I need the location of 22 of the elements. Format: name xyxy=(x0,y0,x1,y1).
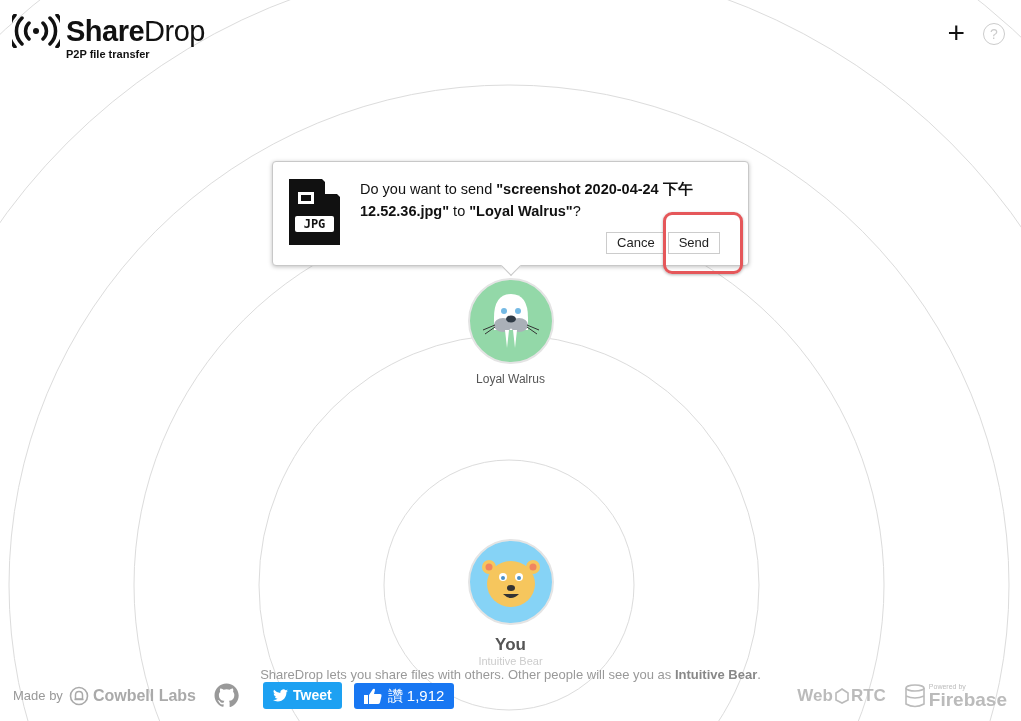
like-button[interactable]: 讚 1,912 xyxy=(353,682,455,710)
logo-text: ShareDrop xyxy=(66,14,205,48)
tagline: P2P file transfer xyxy=(66,48,151,60)
made-by-text: Made by xyxy=(13,687,63,706)
cowbell-labs-link[interactable]: Cowbell Labs xyxy=(92,683,196,708)
tweet-button[interactable]: Tweet xyxy=(263,682,342,710)
webrtc-logo: Web RTC xyxy=(797,685,886,708)
jpg-file-icon: JPG xyxy=(289,179,340,246)
signal-icon xyxy=(12,14,60,48)
you-label: You xyxy=(495,634,526,655)
cancel-button[interactable]: Cance xyxy=(606,232,666,255)
send-button[interactable]: Send xyxy=(667,232,720,255)
confirmation-message: Do you want to send "screenshot 2020-04-24 下午 12.52.36.jpg" to "Loyal Walrus"? xyxy=(360,180,694,222)
database-icon xyxy=(903,683,926,708)
bell-icon xyxy=(68,685,89,706)
peer-name: Loyal Walrus xyxy=(476,370,545,388)
add-button[interactable]: + xyxy=(947,20,965,46)
thumbs-up-icon xyxy=(363,687,382,704)
info-text: ShareDrop lets you share files with others. Other people will see you as Intuitive Bear. xyxy=(260,666,761,682)
bird-icon xyxy=(273,689,288,703)
firebase-logo-text: Firebase xyxy=(928,690,1007,709)
github-icon[interactable] xyxy=(214,683,239,709)
